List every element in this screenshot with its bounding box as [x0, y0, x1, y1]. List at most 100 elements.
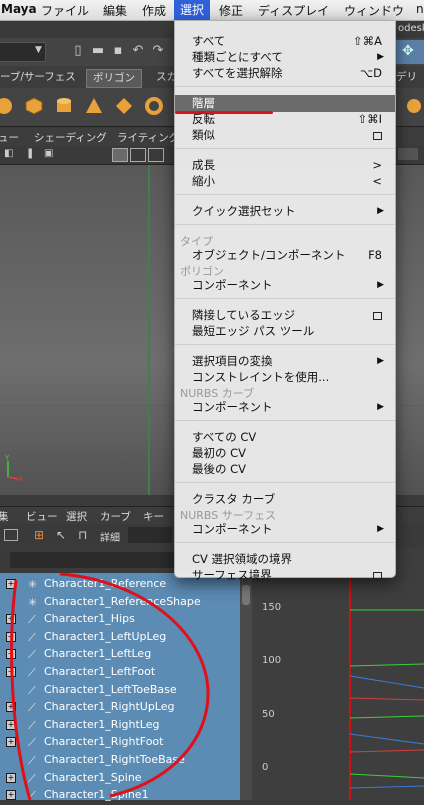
tangent-icon[interactable]: ⊞ — [34, 528, 44, 542]
outliner-row[interactable]: + ⟋ Character1_LeftLeg — [0, 645, 240, 663]
expand-icon[interactable]: + — [6, 702, 16, 713]
redo-icon[interactable]: ↷ — [150, 43, 166, 59]
undo-icon[interactable]: ↶ — [130, 43, 146, 59]
torus-icon[interactable] — [144, 96, 164, 116]
graph-menu-view[interactable]: ビュー — [26, 509, 58, 524]
move-key-icon[interactable] — [4, 529, 18, 541]
menu-modify[interactable]: 修正 — [219, 2, 243, 19]
menu-item[interactable]: コンストレイントを使用... — [175, 369, 395, 386]
graph-menu-select[interactable]: 選択 — [66, 509, 87, 524]
resolution-gate-icon[interactable] — [148, 148, 164, 162]
menu-item[interactable]: 隣接しているエッジ — [175, 307, 395, 324]
outliner-row[interactable]: ⟋ Character1_RightToeBase — [0, 751, 240, 769]
outliner-row[interactable]: ⟋ Character1_LeftToeBase — [0, 681, 240, 699]
expand-icon[interactable]: + — [6, 667, 16, 677]
menu-item[interactable]: 縮小 < — [175, 173, 395, 190]
expand-icon[interactable]: + — [6, 579, 16, 589]
panel-option-icon[interactable] — [398, 148, 418, 160]
menu-item[interactable]: 最短エッジ パス ツール — [175, 323, 395, 340]
snap-toggle[interactable]: ✥ — [396, 40, 424, 64]
menu-item[interactable]: クラスタ カーブ — [175, 491, 395, 508]
menu-item[interactable]: クイック選択セット ▶ — [175, 203, 395, 220]
outliner-row[interactable]: + ⟋ Character1_LeftFoot — [0, 663, 240, 681]
outliner-row[interactable]: + ⟋ Character1_RightFoot — [0, 733, 240, 751]
expand-icon[interactable]: + — [6, 614, 16, 625]
option-box-icon[interactable] — [373, 132, 382, 140]
menu-item[interactable]: コンポーネント ▶ — [175, 277, 395, 294]
outliner-row[interactable]: + ⟋ Character1_RightUpLeg — [0, 698, 240, 716]
menu-item[interactable]: 類似 — [175, 127, 395, 144]
rig-icon[interactable] — [404, 96, 424, 116]
graph-menu-keys[interactable]: キー — [143, 509, 164, 524]
joint-icon: ⟋ — [28, 630, 36, 644]
grid-toggle-icon[interactable] — [112, 148, 128, 162]
camera-icon[interactable]: ◧ — [4, 148, 13, 159]
outliner-row[interactable]: + ⟋ Character1_LeftUpLeg — [0, 628, 240, 646]
outliner-row[interactable]: + ⟋ Character1_Spine — [0, 769, 240, 787]
menu-set-dropdown[interactable]: ▼ — [0, 42, 46, 62]
menu-display[interactable]: ディスプレイ — [258, 2, 329, 19]
menu-select[interactable]: 選択 — [174, 0, 211, 20]
scroll-thumb[interactable] — [242, 585, 250, 605]
bookmark-icon[interactable]: ❚ — [26, 148, 34, 159]
menu-window[interactable]: ウィンドウ — [344, 2, 404, 19]
outliner-row[interactable]: ✳ Character1_ReferenceShape — [0, 593, 240, 611]
menu-item[interactable]: 種類ごとにすべて ▶ — [175, 49, 395, 66]
menu-item[interactable]: CV 選択領域の境界 — [175, 551, 395, 568]
tab-polygons[interactable]: ポリゴン — [86, 69, 142, 88]
plane-icon[interactable] — [114, 96, 134, 116]
tab-curves-surfaces[interactable]: ーブ/サーフェス — [0, 69, 82, 86]
panel-menu-view[interactable]: ュー — [0, 130, 19, 145]
menu-item[interactable]: サーフェス境界 — [175, 567, 395, 584]
menu-item-label: 隣接しているエッジ — [192, 308, 296, 322]
menu-item[interactable]: コンポーネント ▶ — [175, 521, 395, 538]
menu-item[interactable]: 成長 > — [175, 157, 395, 174]
menu-item[interactable]: 最後の CV — [175, 461, 395, 478]
detail-field[interactable] — [128, 527, 172, 543]
menu-item[interactable]: コンポーネント ▶ — [175, 399, 395, 416]
expand-icon[interactable]: + — [6, 737, 16, 748]
menu-file[interactable]: ファイル — [41, 2, 89, 19]
new-scene-icon[interactable]: ▯ — [70, 43, 86, 59]
sphere-icon[interactable] — [0, 96, 14, 116]
graph-menu-edit[interactable]: 集 — [0, 509, 9, 524]
outliner-row[interactable]: + ⟋ Character1_Spine1 — [0, 786, 240, 804]
option-box-icon[interactable] — [373, 572, 382, 580]
expand-icon[interactable]: + — [6, 631, 16, 642]
submenu-arrow-icon: ▶ — [377, 356, 384, 366]
outliner-row[interactable]: + ⟋ Character1_Hips — [0, 610, 240, 628]
panel-menu-lighting[interactable]: ライティング — [117, 130, 179, 145]
menu-item[interactable]: 反転 ⇧⌘I — [175, 111, 395, 128]
expand-icon[interactable]: + — [6, 649, 16, 660]
graph-menu-curves[interactable]: カーブ — [100, 509, 131, 524]
menu-create[interactable]: 作成 — [142, 2, 166, 19]
outliner-scrollbar[interactable] — [240, 573, 252, 800]
menu-item-shortcut: ⇧⌘A — [352, 34, 382, 48]
menu-item[interactable]: 階層 — [175, 95, 395, 112]
expand-icon[interactable]: + — [6, 772, 16, 783]
open-folder-icon[interactable]: ▬ — [90, 43, 106, 59]
menu-edit[interactable]: 編集 — [103, 2, 127, 19]
cube-icon[interactable] — [24, 96, 44, 116]
graph-editor-area[interactable]: 150 100 50 0 — [252, 548, 424, 800]
panel-menu-shading[interactable]: シェーディング — [34, 130, 107, 145]
menu-item[interactable]: すべてを選択解除 ⌥D — [175, 65, 395, 82]
option-box-icon[interactable] — [373, 312, 382, 320]
save-icon[interactable]: ▪ — [110, 43, 126, 59]
expand-icon[interactable]: + — [6, 790, 16, 801]
normalize-icon[interactable]: ⊓ — [78, 528, 87, 542]
menu-item[interactable]: すべて ⇧⌘A — [175, 33, 395, 50]
menu-item[interactable]: 最初の CV — [175, 445, 395, 462]
app-menu[interactable]: Maya — [1, 2, 37, 16]
cylinder-icon[interactable] — [54, 96, 74, 116]
menu-item[interactable]: オブジェクト/コンポーネント F8 — [175, 247, 395, 264]
select-key-icon[interactable]: ↖ — [56, 528, 66, 542]
menu-more[interactable]: n — [416, 2, 424, 16]
cone-icon[interactable] — [84, 96, 104, 116]
menu-item[interactable]: 選択項目の変換 ▶ — [175, 353, 395, 370]
image-plane-icon[interactable]: ▣ — [44, 148, 53, 159]
film-gate-icon[interactable] — [130, 148, 146, 162]
outliner-row[interactable]: + ⟋ Character1_RightLeg — [0, 716, 240, 734]
expand-icon[interactable]: + — [6, 719, 16, 730]
menu-item[interactable]: すべての CV — [175, 429, 395, 446]
